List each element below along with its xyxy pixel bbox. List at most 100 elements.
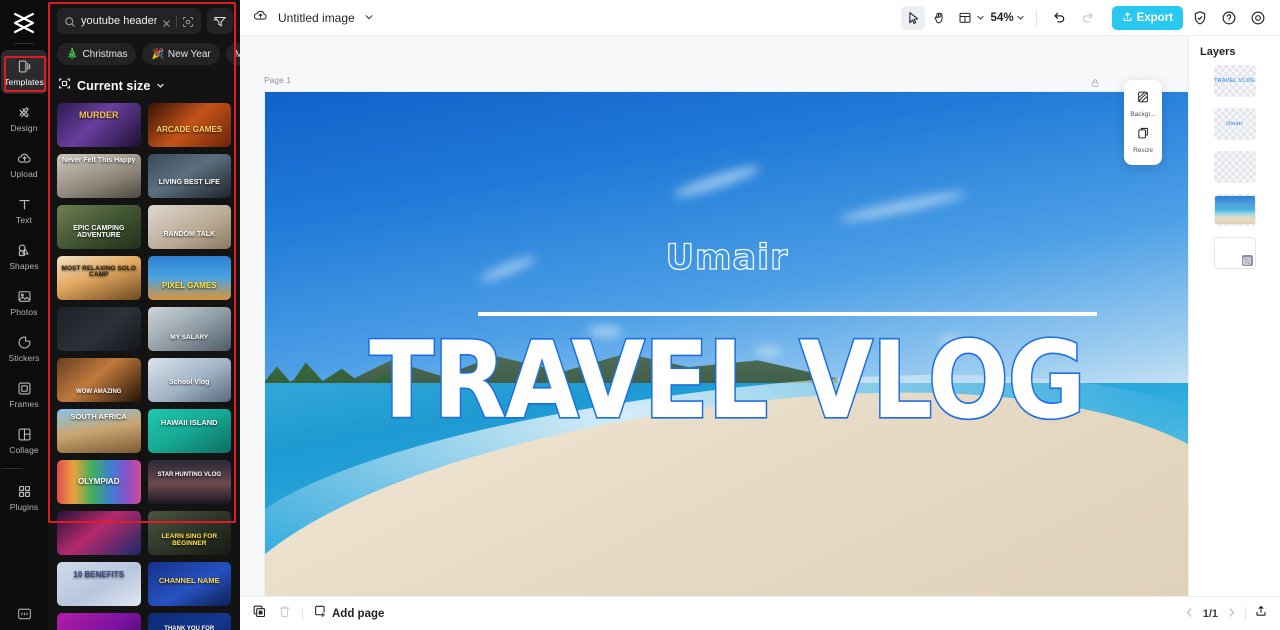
current-size-selector[interactable]: Current size: [48, 65, 240, 103]
template-title: LEARN SING FOR BEGINNER: [161, 532, 218, 547]
page-label: Page 1: [264, 75, 291, 85]
template-thumbnail[interactable]: HAWAII ISLAND: [147, 409, 231, 453]
template-thumbnail[interactable]: [57, 307, 141, 351]
filter-chip[interactable]: 🎉 New Year: [142, 43, 220, 65]
chevron-down-icon[interactable]: [976, 9, 985, 27]
frames-icon: [16, 380, 33, 397]
template-thumbnail[interactable]: THANK YOU FOR WATCHING: [147, 613, 231, 630]
close-icon[interactable]: [162, 15, 171, 27]
resize-icon: [1136, 126, 1150, 145]
filter-chip[interactable]: Mos: [225, 43, 240, 65]
capcut-editor-window: Templates Design Upload Text Shapes Photos Sti…: [0, 0, 1280, 630]
export-page-button[interactable]: [1254, 604, 1268, 623]
template-thumbnail[interactable]: RANDOM TALK: [147, 205, 231, 249]
top-toolbar: Untitled image 54% Export: [240, 0, 1280, 36]
gear-icon[interactable]: [1246, 6, 1270, 30]
template-thumbnail[interactable]: EPIC CAMPING ADVENTURE: [57, 205, 141, 249]
cloud-sync-icon[interactable]: [252, 7, 269, 29]
top-toolbar-left: Untitled image: [252, 7, 374, 29]
template-thumbnail[interactable]: OLYMPIAD: [57, 460, 141, 504]
sidebar-item-upload[interactable]: Upload: [1, 142, 47, 186]
transparent-icon: [1241, 255, 1253, 266]
template-thumbnail[interactable]: PIXEL GAMES: [147, 256, 231, 300]
layer-travel-vlog[interactable]: TRAVEL VLOG: [1213, 65, 1256, 97]
filter-button[interactable]: [207, 8, 234, 34]
layer-background[interactable]: [1213, 237, 1256, 269]
template-thumbnail[interactable]: CHANNEL NAME: [147, 562, 231, 606]
template-thumbnail[interactable]: School Vlog: [147, 358, 231, 402]
search-input[interactable]: youtube header: [57, 8, 202, 34]
sidebar-item-photos[interactable]: Photos: [1, 280, 47, 324]
resize-button[interactable]: Resize: [1124, 122, 1162, 158]
template-thumbnail[interactable]: SOUTH AFRICA: [57, 409, 141, 453]
sidebar-item-text[interactable]: Text: [1, 188, 47, 232]
layer-line[interactable]: [1213, 151, 1256, 183]
document-title[interactable]: Untitled image: [278, 11, 355, 25]
redo-button[interactable]: [1076, 6, 1100, 30]
sidebar-item-shapes[interactable]: Shapes: [1, 234, 47, 278]
lock-icon[interactable]: [1090, 75, 1100, 93]
design-artboard[interactable]: Umair TRAVEL VLOG: [265, 92, 1188, 596]
collage-icon: [16, 426, 33, 443]
filter-chip[interactable]: 🎄 Christmas: [57, 43, 137, 65]
template-title: School Vlog: [169, 379, 210, 387]
chevron-down-icon[interactable]: [364, 9, 374, 27]
left-tool-rail: Templates Design Upload Text Shapes Photos Sti…: [0, 0, 48, 630]
export-label: Export: [1136, 11, 1173, 24]
zoom-control[interactable]: 54%: [991, 9, 1025, 27]
select-tool[interactable]: [900, 5, 925, 30]
export-button[interactable]: Export: [1111, 5, 1183, 30]
layer-preview-text: TRAVEL VLOG: [1214, 78, 1255, 84]
trash-icon[interactable]: [277, 604, 292, 624]
template-thumbnail[interactable]: WOW AMAZING: [57, 358, 141, 402]
background-button[interactable]: Backgr...: [1124, 86, 1162, 122]
undo-button[interactable]: [1048, 6, 1072, 30]
sidebar-item-label: Frames: [9, 398, 39, 409]
template-title: WOW AMAZING: [76, 388, 122, 395]
design-icon: [16, 104, 33, 121]
template-thumbnail[interactable]: 10 BENEFITS: [57, 562, 141, 606]
next-page-button[interactable]: [1226, 607, 1237, 621]
sidebar-item-collage[interactable]: Collage: [1, 418, 47, 462]
prev-page-button[interactable]: [1184, 607, 1195, 621]
subtitle-text-layer[interactable]: Umair: [265, 237, 1188, 278]
layout-tool[interactable]: [953, 6, 977, 30]
template-thumbnail[interactable]: MY SALARY: [147, 307, 231, 351]
filter-chips: 🎄Christmas🎉New Year Mos: [48, 34, 240, 65]
layer-thumbnail: [1214, 196, 1255, 224]
layer-beach-photo[interactable]: [1213, 194, 1256, 226]
rail-divider: [1, 468, 23, 469]
search-input-value[interactable]: youtube header: [81, 15, 157, 27]
sidebar-item-frames[interactable]: Frames: [1, 372, 47, 416]
help-circle-icon[interactable]: [1217, 6, 1241, 30]
hand-tool[interactable]: [927, 6, 951, 30]
layer-umair[interactable]: Umair: [1213, 108, 1256, 140]
add-page-button[interactable]: Add page: [313, 604, 384, 623]
sidebar-item-plugins[interactable]: Plugins: [1, 475, 47, 519]
title-text-layer[interactable]: TRAVEL VLOG: [265, 318, 1188, 445]
sidebar-item-stickers[interactable]: Stickers: [1, 326, 47, 370]
template-title: PIXEL GAMES: [161, 280, 217, 290]
workspace-icon[interactable]: [0, 605, 48, 622]
template-thumbnail[interactable]: [57, 613, 141, 630]
template-title: OLYMPIAD: [78, 476, 120, 486]
sidebar-item-design[interactable]: Design: [1, 96, 47, 140]
sidebar-item-label: Templates: [4, 76, 44, 87]
template-thumbnail[interactable]: LEARN SING FOR BEGINNER: [147, 511, 231, 555]
sidebar-item-label: Photos: [10, 306, 38, 317]
template-thumbnail[interactable]: MOST RELAXING SOLO CAMP: [57, 256, 141, 300]
capcut-logo-icon[interactable]: [7, 8, 41, 38]
template-thumbnail[interactable]: Never Felt This Happy: [57, 154, 141, 198]
layers-list: TRAVEL VLOG Umair: [1213, 65, 1256, 280]
template-thumbnail[interactable]: MURDER: [57, 103, 141, 147]
canvas-area[interactable]: Page 1 Umair TRAVEL VLOG Backgr... Resiz…: [240, 36, 1188, 596]
sidebar-item-templates[interactable]: Templates: [1, 50, 47, 94]
template-thumbnail[interactable]: ARCADE GAMES: [147, 103, 231, 147]
template-thumbnail[interactable]: LIVING BEST LIFE: [147, 154, 231, 198]
divider-line-layer[interactable]: [477, 311, 1097, 316]
template-thumbnail[interactable]: STAR HUNTING VLOG: [147, 460, 231, 504]
shield-icon[interactable]: [1188, 6, 1212, 30]
template-thumbnail[interactable]: [57, 511, 141, 555]
image-search-icon[interactable]: [182, 15, 194, 27]
duplicate-icon[interactable]: [252, 604, 267, 624]
